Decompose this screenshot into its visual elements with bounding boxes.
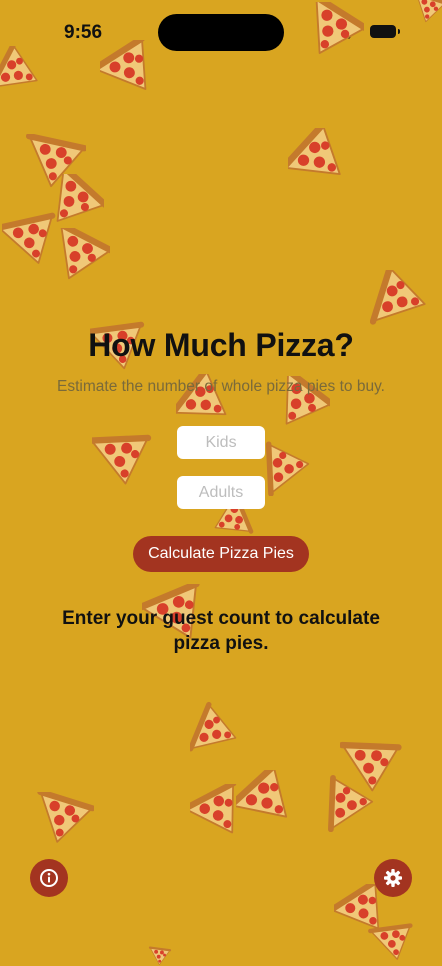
- gear-icon: [384, 869, 402, 887]
- adults-input[interactable]: [177, 476, 265, 509]
- main-content: How Much Pizza? Estimate the number of w…: [0, 0, 442, 960]
- kids-input[interactable]: [177, 426, 265, 459]
- result-message: Enter your guest count to calculate pizz…: [62, 608, 380, 654]
- page-title: How Much Pizza?: [88, 327, 354, 363]
- info-icon: [40, 869, 58, 887]
- page-subtitle: Estimate the number of whole pizza pies …: [57, 378, 385, 395]
- settings-button[interactable]: [374, 859, 412, 897]
- calculate-button[interactable]: Calculate Pizza Pies: [133, 536, 309, 572]
- info-button[interactable]: [30, 859, 68, 897]
